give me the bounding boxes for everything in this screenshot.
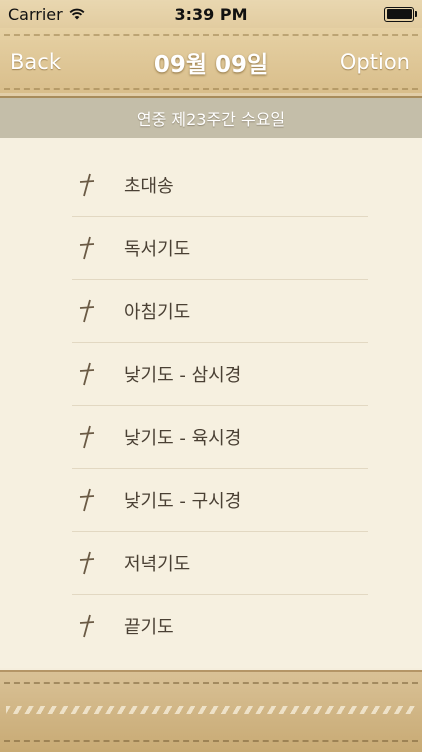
status-bar: Carrier 3:39 PM xyxy=(0,0,422,28)
list-item-label: 낮기도 - 구시경 xyxy=(124,491,242,512)
list-item[interactable]: 초대송 xyxy=(72,154,368,217)
list-item[interactable]: 낮기도 - 구시경 xyxy=(72,469,368,532)
list-item-label: 끝기도 xyxy=(124,617,174,638)
list-item[interactable]: 낮기도 - 육시경 xyxy=(72,406,368,469)
footer-bar xyxy=(0,670,422,752)
carrier-label: Carrier xyxy=(8,4,63,24)
cross-icon xyxy=(79,551,95,575)
liturgical-day-header: 연중 제23주간 수요일 xyxy=(0,98,422,138)
prayer-list: 초대송 독서기도 아침기도 낮기도 - 삼시경 낮기도 - 육시경 낮기도 - … xyxy=(0,138,422,668)
status-right xyxy=(384,6,422,22)
cross-icon xyxy=(79,299,95,323)
list-item[interactable]: 독서기도 xyxy=(72,217,368,280)
list-item[interactable]: 아침기도 xyxy=(72,280,368,343)
cross-icon xyxy=(79,488,95,512)
battery-icon xyxy=(384,6,417,22)
list-item-label: 아침기도 xyxy=(124,302,191,323)
stitch-decoration xyxy=(6,706,416,714)
cross-icon xyxy=(79,425,95,449)
cross-icon xyxy=(79,614,95,638)
list-item[interactable]: 끝기도 xyxy=(72,595,368,657)
status-left: Carrier xyxy=(0,5,85,24)
option-button[interactable]: Option xyxy=(340,28,410,96)
wifi-icon xyxy=(69,8,85,20)
cross-icon xyxy=(79,362,95,386)
list-item-label: 독서기도 xyxy=(124,239,191,260)
list-item-label: 낮기도 - 육시경 xyxy=(124,428,242,449)
list-item-label: 초대송 xyxy=(124,176,174,197)
cross-icon xyxy=(79,236,95,260)
cross-icon xyxy=(79,173,95,197)
list-item-label: 저녁기도 xyxy=(124,554,191,575)
list-item[interactable]: 낮기도 - 삼시경 xyxy=(72,343,368,406)
list-item-label: 낮기도 - 삼시경 xyxy=(124,365,242,386)
back-button[interactable]: Back xyxy=(10,28,61,96)
list-item[interactable]: 저녁기도 xyxy=(72,532,368,595)
nav-bar: Back 09월 09일 Option xyxy=(0,28,422,98)
